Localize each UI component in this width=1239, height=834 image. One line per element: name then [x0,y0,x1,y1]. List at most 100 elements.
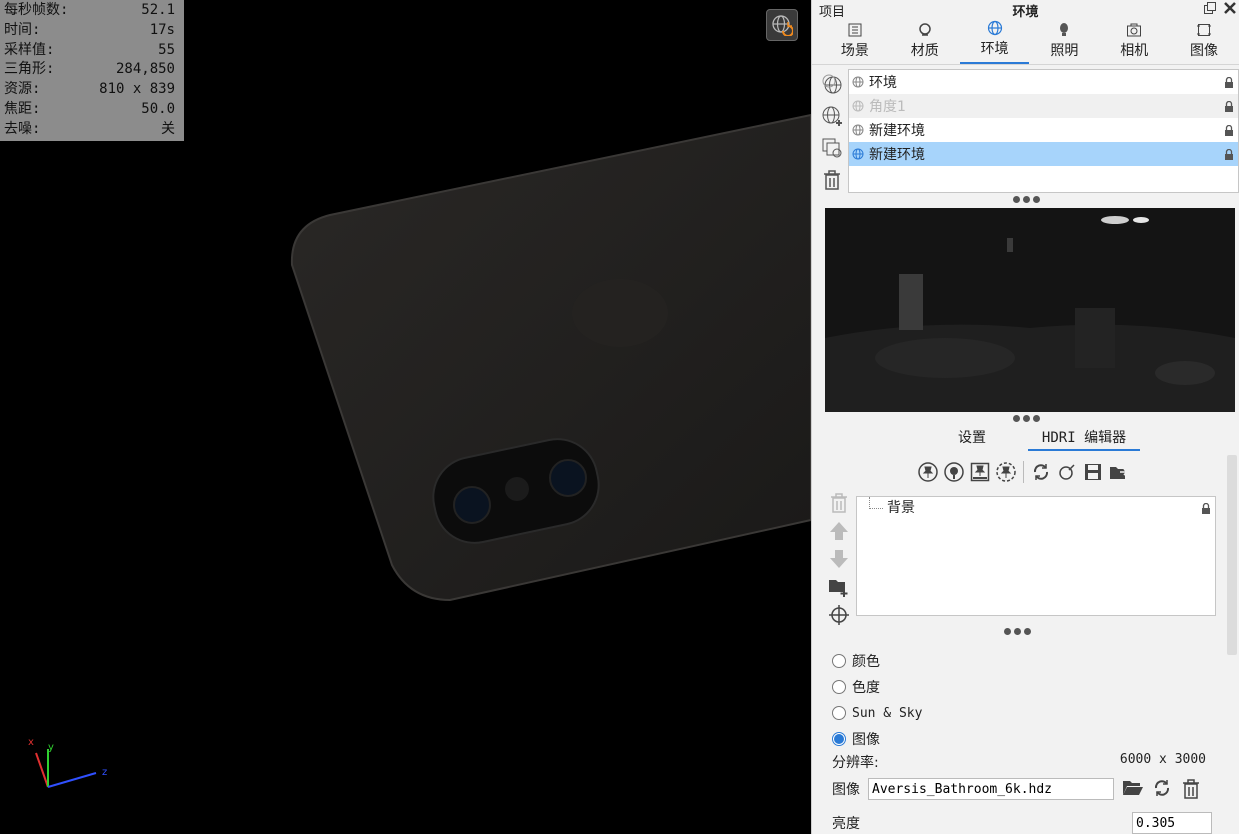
brightness-row: 亮度 [832,812,1212,834]
environment-sync-button[interactable] [766,9,798,41]
export-button[interactable] [1108,461,1130,483]
background-option-color[interactable]: 颜色 [832,648,922,674]
light-pin-icon [944,462,964,482]
hdri-toolbar [917,461,1130,483]
globe-refresh-icon [772,15,793,36]
globe-icon [852,124,864,136]
camera-icon [1127,23,1142,37]
tab-lighting[interactable]: 照明 [1029,19,1099,64]
splitter-handle[interactable] [812,196,1239,203]
layer-item[interactable]: 背景 [857,497,1215,519]
arrow-up-icon[interactable] [828,520,850,542]
environment-item[interactable]: 新建环境 [849,118,1238,142]
trash-icon[interactable] [821,169,843,191]
add-image-pin-button[interactable] [969,461,991,483]
environment-panel: 项目 环境 场景 材质 环境 照明 相机 图像 环境 角度1 新建环境 新建环境… [811,0,1239,834]
axis-x-label: x [28,737,34,748]
resolution-value: 6000 x 3000 [1119,752,1206,767]
close-icon[interactable] [1223,1,1237,15]
environment-list-section: 环境 角度1 新建环境 新建环境 [812,69,1239,194]
pin-icon [918,462,938,482]
resolution-row: 分辨率: 6000 x 3000 [832,752,1206,772]
stat-row: 采样值: 55 [4,41,175,58]
background-option-image[interactable]: 图像 [832,726,922,752]
eyedropper-icon [1059,464,1075,480]
refresh-icon [1033,464,1049,480]
lock-icon[interactable] [1224,125,1234,136]
environment-list: 环境 角度1 新建环境 新建环境 [848,69,1239,193]
tab-environment[interactable]: 环境 [959,19,1030,64]
resolution-label: 分辨率: [832,755,879,771]
radio-button[interactable] [832,680,846,694]
tab-image[interactable]: 图像 [1169,19,1239,64]
splitter-handle[interactable] [812,628,1222,635]
duplicate-globe-icon[interactable] [821,73,843,95]
stat-row: 资源: 810 x 839 [4,81,175,98]
tab-camera[interactable]: 相机 [1099,19,1169,64]
globe-icon [987,20,1002,36]
lock-icon[interactable] [1224,149,1234,160]
tab-material[interactable]: 材质 [890,19,960,64]
main-tabs: 场景 材质 环境 照明 相机 图像 [812,19,1239,65]
open-folder-icon[interactable] [1122,778,1144,798]
brightness-label: 亮度 [832,816,860,832]
folder-export-icon [1110,467,1129,479]
toolbar-separator [1023,461,1024,483]
copy-settings-icon[interactable] [821,137,843,159]
project-label[interactable]: 项目 [819,1,845,20]
add-light-button[interactable] [943,461,965,483]
lock-icon[interactable] [1201,503,1211,514]
environment-item-selected[interactable]: 新建环境 [849,142,1238,166]
radio-button-selected[interactable] [832,732,846,746]
lock-icon[interactable] [1224,77,1234,88]
environment-tools [821,73,845,191]
material-icon [918,23,931,36]
tab-hdri-editor[interactable]: HDRI 编辑器 [1028,428,1140,451]
tree-connector [869,497,883,509]
stat-row: 焦距: 50.0 [4,100,175,117]
image-pin-icon [970,462,990,482]
axis-y-label: y [48,742,54,753]
stat-row: 每秒帧数: 52.1 [4,2,175,18]
lock-icon[interactable] [1224,101,1234,112]
panel-scrollbar[interactable] [1227,455,1237,655]
tab-scene[interactable]: 场景 [820,19,890,64]
trash-icon[interactable] [828,492,850,514]
panel-title: 环境 [1012,5,1039,20]
stat-row: 时间: 17s [4,21,175,38]
crosshair-icon[interactable] [828,604,850,626]
radio-button[interactable] [832,654,846,668]
image-label: 图像 [832,782,860,798]
splitter-handle[interactable] [812,415,1239,422]
image-icon [1197,24,1212,36]
hdri-preview[interactable] [825,208,1235,412]
add-pin-button[interactable] [917,461,939,483]
tab-settings[interactable]: 设置 [916,428,1028,451]
eyedropper-button[interactable] [1056,461,1078,483]
environment-item[interactable]: 环境 [849,70,1238,94]
hdri-layer-list: 背景 [856,496,1216,616]
trash-icon[interactable] [1180,778,1202,800]
environment-subtabs: 设置 HDRI 编辑器 [916,428,1140,451]
environment-item[interactable]: 角度1 [849,94,1238,118]
refresh-button[interactable] [1030,461,1052,483]
render-stats-overlay: 每秒帧数: 52.1 时间: 17s 采样值: 55 三角形: 284,850 资源: 8… [0,0,184,141]
add-globe-icon[interactable] [821,105,843,127]
arrow-down-icon[interactable] [828,548,850,570]
add-gradient-pin-button[interactable] [995,461,1017,483]
brightness-field[interactable] [1132,812,1212,834]
background-options: 颜色 色度 Sun & Sky 图像 [832,648,922,752]
globe-icon [852,100,864,112]
axis-z-label: z [102,767,107,778]
radio-button[interactable] [832,706,846,720]
background-option-chroma[interactable]: 色度 [832,674,922,700]
save-button[interactable] [1082,461,1104,483]
image-file-field[interactable] [868,778,1114,800]
add-folder-icon[interactable] [828,576,850,598]
restore-window-icon[interactable] [1203,1,1217,15]
stat-row: 三角形: 284,850 [4,61,175,78]
refresh-icon[interactable] [1152,778,1172,798]
layer-tools [828,492,850,626]
background-option-sun-sky[interactable]: Sun & Sky [832,700,922,726]
render-viewport[interactable]: 每秒帧数: 52.1 时间: 17s 采样值: 55 三角形: 284,850 资源: 8… [0,0,811,834]
